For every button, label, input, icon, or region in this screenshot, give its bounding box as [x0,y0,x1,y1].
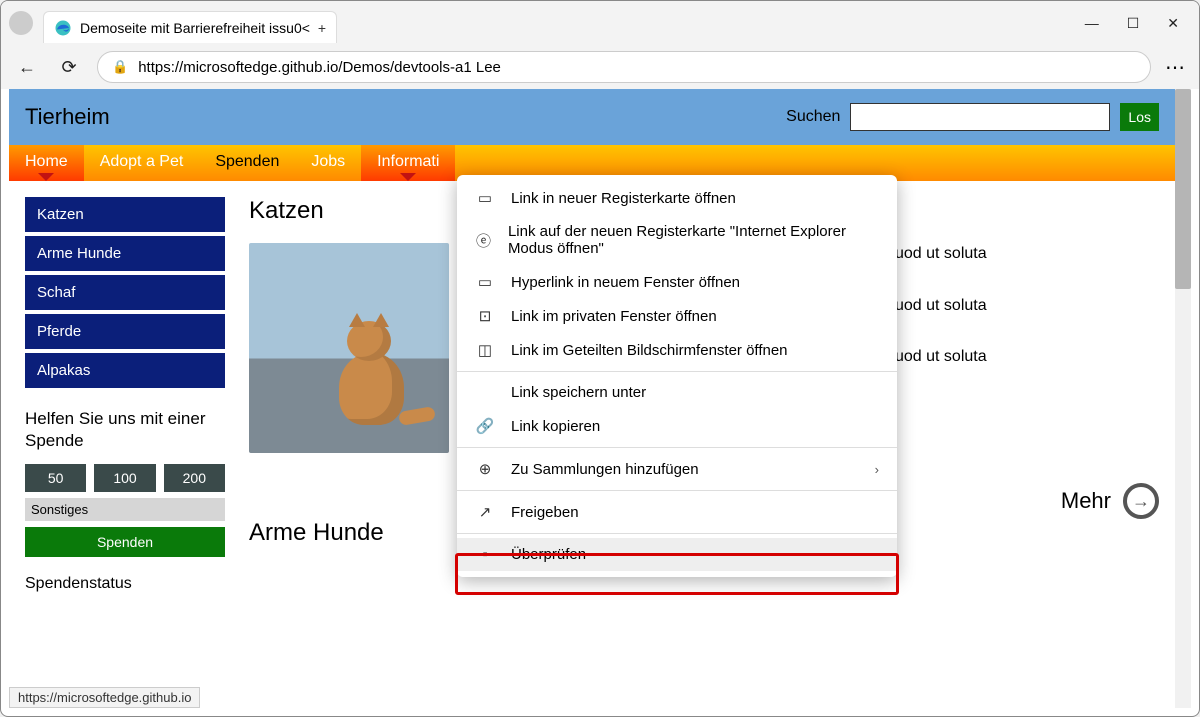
donate-widget: Helfen Sie uns mit einer Spende 50 100 2… [25,408,225,593]
context-menu-icon: ▫ [475,546,495,563]
context-menu-label: Link auf der neuen Registerkarte "Intern… [508,223,879,257]
minimize-button[interactable]: — [1085,15,1099,32]
donate-50[interactable]: 50 [25,464,86,492]
context-menu-item[interactable]: ⊡ Link im privaten Fenster öffnen [457,299,897,333]
back-button[interactable]: ← [13,53,41,81]
nav-home[interactable]: Home [9,145,84,181]
more-menu-button[interactable]: ⋯ [1165,55,1187,80]
sidebar-item-sheep[interactable]: Schaf [25,275,225,310]
search-label: Suchen [786,108,840,126]
new-tab-button[interactable]: + [318,20,326,36]
context-menu-icon: ⊡ [475,307,495,325]
context-menu-item[interactable]: ◫ Link im Geteilten Bildschirmfenster öff… [457,333,897,367]
status-bar: https://microsoftedge.github.io [9,687,200,708]
context-menu-label: Zu Sammlungen hinzufügen [511,461,699,478]
context-menu-label: Link kopieren [511,418,600,435]
more-link-text[interactable]: Mehr [1061,488,1111,514]
donate-amounts: 50 100 200 [25,464,225,492]
context-menu-icon: ▭ [475,273,495,291]
donate-status-label: Spendenstatus [25,575,225,593]
context-menu-separator [457,533,897,534]
context-menu-item[interactable]: Link speichern unter [457,376,897,409]
site-header: Tierheim Suchen Los [9,89,1175,145]
context-menu-separator [457,490,897,491]
chevron-right-icon: › [875,462,879,477]
context-menu-icon: ▭ [475,189,495,207]
edge-icon [54,19,72,37]
donate-heading: Helfen Sie uns mit einer Spende [25,408,225,452]
context-menu-item[interactable]: ▭ Link in neuer Registerkarte öffnen [457,181,897,215]
sidebar-item-horses[interactable]: Pferde [25,314,225,349]
context-menu-label: Freigeben [511,504,579,521]
sidebar-nav: Katzen Arme Hunde Schaf Pferde Alpakas [25,197,225,388]
context-menu-label: Hyperlink in neuem Fenster öffnen [511,274,740,291]
profile-avatar[interactable] [9,11,33,35]
address-bar[interactable]: 🔒 https://microsoftedge.github.io/Demos/… [97,51,1151,83]
donate-other[interactable]: Sonstiges [25,498,225,521]
context-menu-icon: ⊕ [475,460,495,478]
context-menu-icon: ◫ [475,341,495,359]
context-menu-item[interactable]: 🔗 Link kopieren [457,409,897,443]
sidebar-item-cats[interactable]: Katzen [25,197,225,232]
context-menu: ▭ Link in neuer Registerkarte öffnen ⓔ Link… [457,175,897,577]
donate-submit[interactable]: Spenden [25,527,225,557]
context-menu-icon: ⓔ [475,230,492,251]
site-search: Suchen Los [786,103,1159,131]
arrow-right-icon[interactable]: → [1123,483,1159,519]
sidebar: Katzen Arme Hunde Schaf Pferde Alpakas H… [25,197,225,593]
context-menu-separator [457,447,897,448]
vertical-scrollbar[interactable] [1175,89,1191,708]
context-menu-label: Link speichern unter [511,384,646,401]
tab-title: Demoseite mit Barrierefreiheit issu0< [80,20,310,36]
donate-200[interactable]: 200 [164,464,225,492]
close-button[interactable]: ✕ [1167,15,1179,32]
context-menu-label: Link in neuer Registerkarte öffnen [511,190,736,207]
context-menu-separator [457,371,897,372]
site-title: Tierheim [25,104,110,130]
sidebar-item-alpacas[interactable]: Alpakas [25,353,225,388]
cat-image [249,243,449,453]
context-menu-item[interactable]: ▭ Hyperlink in neuem Fenster öffnen [457,265,897,299]
context-menu-item[interactable]: ⓔ Link auf der neuen Registerkarte "Inter… [457,215,897,265]
context-menu-label: Link im Geteilten Bildschirmfenster öffn… [511,342,788,359]
window-controls: — ☐ ✕ [1085,15,1191,32]
search-go-button[interactable]: Los [1120,103,1159,131]
context-menu-item[interactable]: ⊕ Zu Sammlungen hinzufügen › [457,452,897,486]
maximize-button[interactable]: ☐ [1127,15,1140,32]
nav-adopt[interactable]: Adopt a Pet [84,145,200,181]
url-text: https://microsoftedge.github.io/Demos/de… [138,59,501,76]
donate-100[interactable]: 100 [94,464,155,492]
nav-jobs[interactable]: Jobs [295,145,361,181]
context-menu-icon: 🔗 [475,417,495,435]
browser-toolbar: ← ⟳ 🔒 https://microsoftedge.github.io/De… [1,45,1199,89]
browser-window: Demoseite mit Barrierefreiheit issu0< + … [0,0,1200,717]
context-menu-label: Überprüfen [511,546,586,563]
search-input[interactable] [850,103,1110,131]
nav-info[interactable]: Informati [361,145,455,181]
scrollbar-thumb[interactable] [1175,89,1191,289]
context-menu-item[interactable]: ↗ Freigeben [457,495,897,529]
refresh-button[interactable]: ⟳ [55,53,83,81]
browser-tab[interactable]: Demoseite mit Barrierefreiheit issu0< + [43,11,337,43]
lock-icon: 🔒 [112,59,128,75]
context-menu-item[interactable]: ▫ Überprüfen [457,538,897,571]
context-menu-label: Link im privaten Fenster öffnen [511,308,717,325]
titlebar: Demoseite mit Barrierefreiheit issu0< + … [1,1,1199,45]
sidebar-item-dogs[interactable]: Arme Hunde [25,236,225,271]
context-menu-icon: ↗ [475,503,495,521]
nav-donate[interactable]: Spenden [199,145,295,181]
